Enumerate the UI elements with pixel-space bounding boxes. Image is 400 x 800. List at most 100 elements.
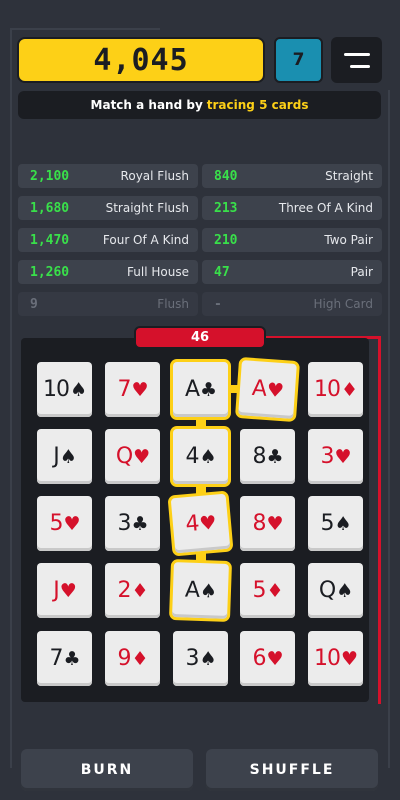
card-rank: A xyxy=(184,577,200,603)
hand-name: Full House xyxy=(127,265,189,279)
card-suit: ♦ xyxy=(131,579,148,602)
card-rank: 7 xyxy=(49,646,63,671)
card-rank: 5 xyxy=(252,578,266,603)
hand-points: 210 xyxy=(214,232,238,248)
card-suit: ♥ xyxy=(198,511,217,535)
card-r5-c1[interactable]: 7 ♣ xyxy=(37,631,92,686)
card-suit: ♦ xyxy=(131,647,148,670)
hand-name: Pair xyxy=(350,265,373,279)
card-rank: 4 xyxy=(185,444,199,469)
card-r3-c4[interactable]: 8 ♥ xyxy=(240,496,295,551)
card-rank: 3 xyxy=(320,444,334,469)
card-r4-c1[interactable]: J ♥ xyxy=(37,563,92,618)
card-r3-c2[interactable]: 3 ♣ xyxy=(105,496,160,551)
card-r2-c3[interactable]: 4 ♠ xyxy=(173,429,228,484)
card-r4-c5[interactable]: Q ♠ xyxy=(308,563,363,618)
card-rank: Q xyxy=(318,578,336,603)
hand-row-two-pair: 210 Two Pair xyxy=(202,228,382,252)
frame-border-top xyxy=(10,28,160,30)
hand-name: Straight Flush xyxy=(105,201,189,215)
card-suit: ♥ xyxy=(340,647,358,670)
hand-row-high-card: - High Card xyxy=(202,292,382,316)
card-rank: Q xyxy=(115,444,133,469)
hand-name: Flush xyxy=(157,297,189,311)
card-rank: 10 xyxy=(42,377,70,402)
card-r1-c1[interactable]: 10 ♠ xyxy=(37,362,92,417)
hand-row-flush: 9 Flush xyxy=(18,292,198,316)
card-r5-c5[interactable]: 10 ♥ xyxy=(308,631,363,686)
card-r2-c1[interactable]: J ♠ xyxy=(37,429,92,484)
hand-points: 840 xyxy=(214,168,238,184)
card-rank: 5 xyxy=(320,511,334,536)
instruction-text: Match a hand by xyxy=(90,98,203,112)
card-r4-c2[interactable]: 2 ♦ xyxy=(105,563,160,618)
card-rank: 9 xyxy=(117,646,131,671)
hand-name: High Card xyxy=(313,297,373,311)
card-r4-c3[interactable]: A ♠ xyxy=(172,562,229,619)
card-rank: 4 xyxy=(184,511,200,538)
card-suit: ♠ xyxy=(199,647,216,670)
instruction-highlight: tracing 5 cards xyxy=(206,98,309,112)
card-r5-c4[interactable]: 6 ♥ xyxy=(240,631,295,686)
card-rank: 8 xyxy=(252,511,266,536)
hand-name: Straight xyxy=(325,169,373,183)
card-rank: 7 xyxy=(117,377,131,402)
card-r2-c4[interactable]: 8 ♣ xyxy=(240,429,295,484)
hand-points: 9 xyxy=(30,296,38,312)
timer-badge: 46 xyxy=(134,326,266,349)
card-r1-c2[interactable]: 7 ♥ xyxy=(105,362,160,417)
card-suit: ♥ xyxy=(59,579,77,602)
frame-border-left xyxy=(10,28,12,768)
card-suit: ♥ xyxy=(334,445,351,468)
card-r3-c3[interactable]: 4 ♥ xyxy=(170,493,231,554)
card-suit: ♠ xyxy=(334,512,351,535)
card-suit: ♠ xyxy=(199,579,217,603)
card-suit: ♥ xyxy=(266,512,283,535)
hand-name: Four Of A Kind xyxy=(102,233,189,247)
card-suit: ♥ xyxy=(63,512,80,535)
card-r4-c4[interactable]: 5 ♦ xyxy=(240,563,295,618)
hamburger-menu-icon[interactable] xyxy=(331,37,382,83)
card-r1-c5[interactable]: 10 ♦ xyxy=(308,362,363,417)
burn-button[interactable]: BURN xyxy=(21,749,193,791)
card-suit: ♥ xyxy=(266,378,284,402)
card-rank: J xyxy=(53,444,59,469)
trace-link xyxy=(196,416,206,430)
card-rank: J xyxy=(53,578,59,603)
card-rank: 5 xyxy=(49,511,63,536)
card-suit: ♥ xyxy=(266,647,283,670)
card-r1-c4[interactable]: A ♥ xyxy=(238,360,297,419)
hand-points: 1,470 xyxy=(30,232,70,248)
shuffle-button[interactable]: SHUFFLE xyxy=(206,749,378,791)
hand-row-three-of-a-kind: 213 Three Of A Kind xyxy=(202,196,382,220)
card-suit: ♣ xyxy=(63,647,80,670)
card-suit: ♣ xyxy=(266,445,283,468)
hand-row-full-house: 1,260 Full House xyxy=(18,260,198,284)
card-suit: ♠ xyxy=(336,579,353,602)
hand-points: 2,100 xyxy=(30,168,70,184)
card-r3-c5[interactable]: 5 ♠ xyxy=(308,496,363,551)
hand-points: 1,260 xyxy=(30,264,70,280)
card-r2-c5[interactable]: 3 ♥ xyxy=(308,429,363,484)
card-rank: 10 xyxy=(313,377,341,402)
card-r5-c3[interactable]: 3 ♠ xyxy=(173,631,228,686)
hand-row-royal-flush: 2,100 Royal Flush xyxy=(18,164,198,188)
hand-points: - xyxy=(214,296,222,312)
card-r1-c3[interactable]: A ♣ xyxy=(173,362,228,417)
card-rank: 10 xyxy=(313,646,341,671)
card-r2-c2[interactable]: Q ♥ xyxy=(105,429,160,484)
card-suit: ♠ xyxy=(199,445,216,468)
card-suit: ♠ xyxy=(69,378,87,401)
card-suit: ♥ xyxy=(131,378,148,401)
hand-name: Two Pair xyxy=(324,233,373,247)
hand-points: 213 xyxy=(214,200,238,216)
frame-border-right xyxy=(388,90,390,768)
card-suit: ♠ xyxy=(59,445,77,468)
card-suit: ♣ xyxy=(200,378,217,401)
hand-row-pair: 47 Pair xyxy=(202,260,382,284)
card-r5-c2[interactable]: 9 ♦ xyxy=(105,631,160,686)
card-suit: ♦ xyxy=(340,378,358,401)
instruction-banner: Match a hand by tracing 5 cards xyxy=(18,91,381,119)
card-r3-c1[interactable]: 5 ♥ xyxy=(37,496,92,551)
card-rank: A xyxy=(184,377,200,402)
